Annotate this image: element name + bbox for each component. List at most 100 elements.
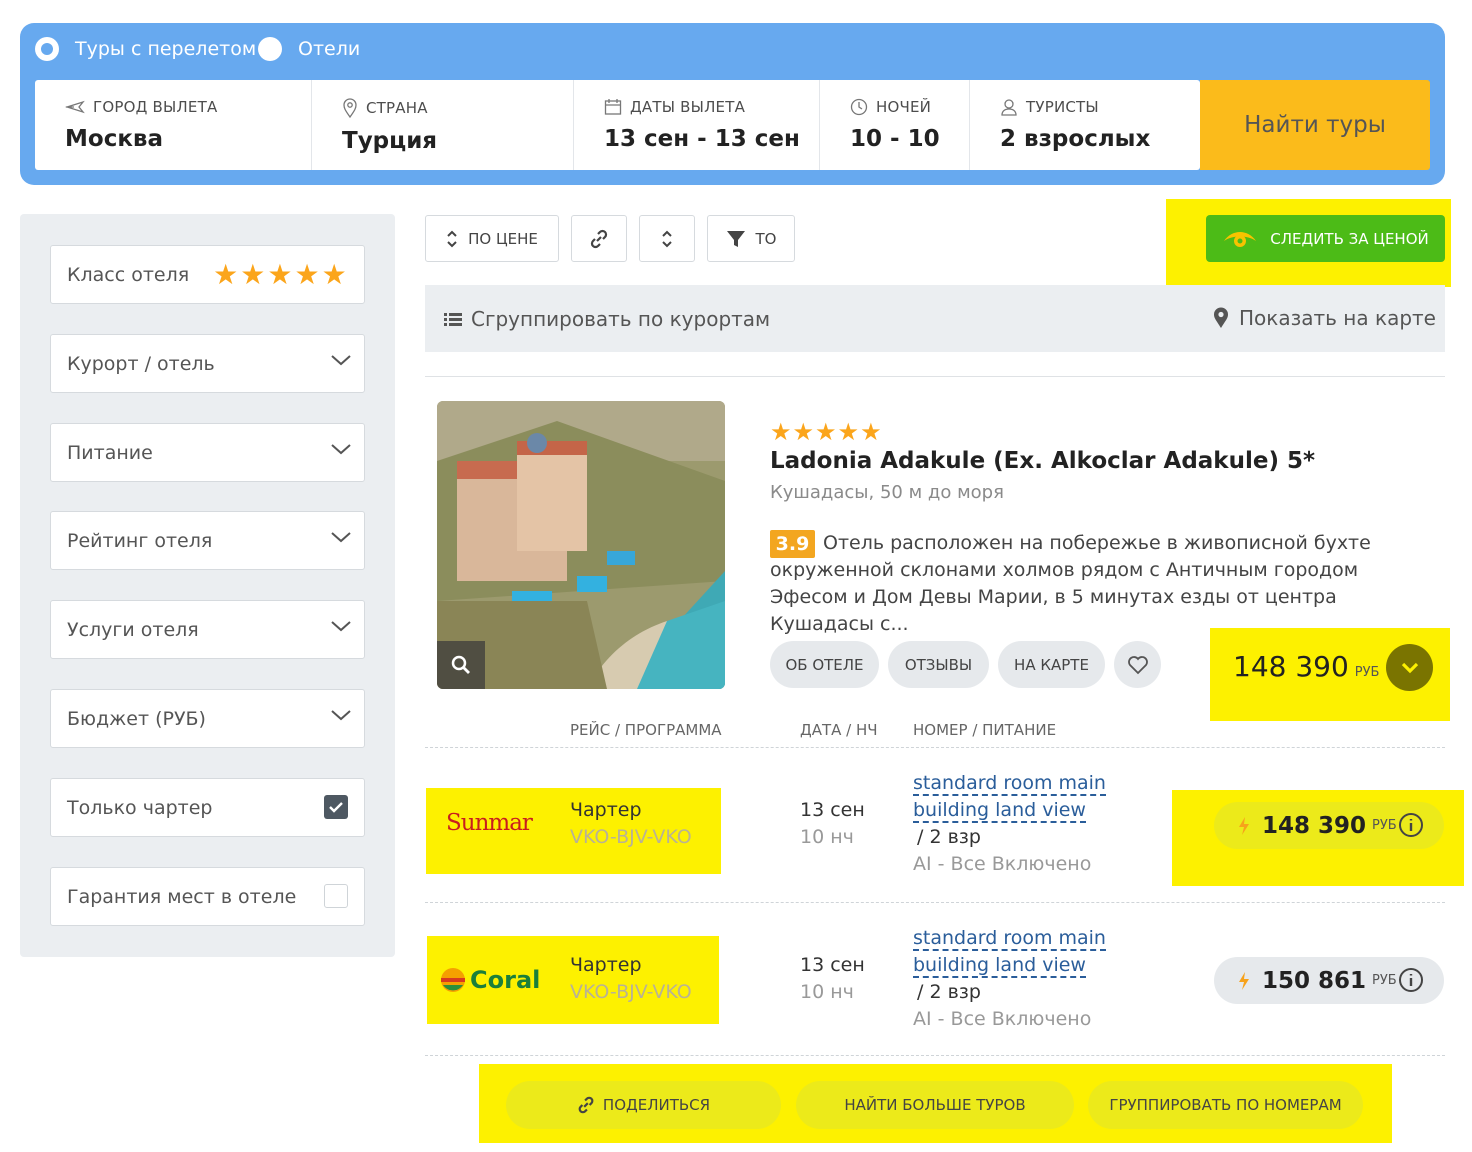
offer-occupancy: / 2 взр bbox=[917, 826, 981, 848]
meal-label: Питание bbox=[67, 441, 153, 464]
radio-hotels[interactable]: Отели bbox=[258, 37, 360, 61]
sort-icon bbox=[662, 230, 672, 247]
chevron-down-icon bbox=[331, 355, 351, 366]
on-map-button[interactable]: НА КАРТЕ bbox=[998, 641, 1105, 688]
hotel-description: Отель расположен на побережье в живописн… bbox=[770, 532, 1371, 635]
radio-selected-icon bbox=[35, 37, 59, 61]
expand-offers-button[interactable] bbox=[1386, 644, 1433, 691]
departure-city-field[interactable]: ГОРОД ВЫЛЕТА Москва bbox=[35, 80, 312, 170]
list-icon bbox=[444, 313, 462, 326]
column-header-date: ДАТА / НЧ bbox=[800, 721, 878, 739]
map-pin-icon bbox=[343, 98, 357, 118]
hotel-photo[interactable] bbox=[437, 401, 725, 689]
room-name-line[interactable]: standard room main bbox=[913, 927, 1106, 951]
offer-meal: AI - Все Включено bbox=[913, 853, 1092, 875]
plane-icon bbox=[65, 100, 85, 114]
hotel-rating-badge: 3.9 bbox=[770, 530, 815, 558]
show-on-map-label: Показать на карте bbox=[1239, 306, 1436, 330]
search-fields: ГОРОД ВЫЛЕТА Москва СТРАНА Турция ДАТЫ В… bbox=[35, 80, 1200, 170]
hotel-name[interactable]: Ladonia Adakule (Ex. Alkoclar Adakule) 5… bbox=[770, 448, 1315, 474]
charter-only-filter[interactable]: Только чартер bbox=[50, 778, 365, 837]
resort-hotel-label: Курорт / отель bbox=[67, 352, 215, 375]
offer-price-amount: 148 390 bbox=[1262, 812, 1367, 839]
offer-price-button[interactable]: 148 390 РУБ bbox=[1214, 802, 1444, 849]
hotel-class-filter[interactable]: Класс отеля ★ ★ ★ ★ ★ bbox=[50, 245, 365, 304]
user-icon bbox=[1001, 99, 1017, 116]
guarantee-filter[interactable]: Гарантия мест в отеле bbox=[50, 867, 365, 926]
star-icon[interactable]: ★ bbox=[240, 260, 265, 289]
group-by-rooms-button[interactable]: ГРУППИРОВАТЬ ПО НОМЕРАМ bbox=[1088, 1081, 1363, 1129]
room-name-line[interactable]: building land view bbox=[913, 954, 1086, 978]
star-icon[interactable]: ★ bbox=[267, 260, 292, 289]
hotel-class-label: Класс отеля bbox=[67, 263, 190, 286]
reviews-button[interactable]: ОТЗЫВЫ bbox=[888, 641, 989, 688]
offer-date: 13 сен bbox=[800, 954, 865, 976]
offer-nights: 10 нч bbox=[800, 981, 854, 1003]
chevron-down-icon bbox=[331, 710, 351, 721]
clock-icon bbox=[850, 98, 868, 116]
room-name-line[interactable]: building land view bbox=[913, 799, 1086, 823]
offer-nights: 10 нч bbox=[800, 826, 854, 848]
guarantee-checkbox[interactable] bbox=[324, 884, 348, 908]
sort-by-price-button[interactable]: ПО ЦЕНЕ bbox=[425, 215, 559, 262]
star-icon[interactable]: ★ bbox=[322, 260, 347, 289]
zoom-photo-button[interactable] bbox=[437, 641, 485, 689]
column-header-room: НОМЕР / ПИТАНИЕ bbox=[913, 721, 1057, 739]
find-more-tours-button[interactable]: НАЙТИ БОЛЬШЕ ТУРОВ bbox=[796, 1081, 1074, 1129]
departure-dates-field[interactable]: ДАТЫ ВЫЛЕТА 13 сен - 13 сен bbox=[574, 80, 820, 170]
favorite-button[interactable] bbox=[1114, 641, 1161, 688]
filter-icon bbox=[726, 230, 745, 247]
hotel-price-amount: 148 390 bbox=[1233, 650, 1349, 683]
budget-label: Бюджет (РУБ) bbox=[67, 707, 206, 730]
checkmark-icon bbox=[329, 802, 343, 813]
offer-price-currency: РУБ bbox=[1372, 818, 1397, 833]
star-icon: ★ bbox=[770, 418, 792, 446]
divider bbox=[425, 376, 1445, 377]
nights-field[interactable]: НОЧЕЙ 10 - 10 bbox=[820, 80, 970, 170]
filter-operator-button[interactable]: ТО bbox=[707, 215, 795, 262]
search-icon bbox=[451, 655, 470, 674]
watch-price-label: СЛЕДИТЬ ЗА ЦЕНОЙ bbox=[1270, 229, 1429, 248]
hotel-class-stars[interactable]: ★ ★ ★ ★ ★ bbox=[213, 260, 349, 289]
divider bbox=[425, 747, 1445, 748]
hotel-rating-dropdown[interactable]: Рейтинг отеля bbox=[50, 511, 365, 570]
divider bbox=[425, 1055, 1445, 1056]
charter-only-checkbox[interactable] bbox=[324, 795, 348, 819]
group-by-resort-button[interactable]: Сгруппировать по курортам bbox=[443, 307, 770, 331]
tourists-field[interactable]: ТУРИСТЫ 2 взрослых bbox=[970, 80, 1200, 170]
offer-route: VKO-BJV-VKO bbox=[570, 826, 692, 848]
eye-icon bbox=[1224, 231, 1257, 247]
departure-city-value: Москва bbox=[65, 126, 164, 152]
radio-tours-with-flight[interactable]: Туры с перелетом bbox=[35, 37, 256, 61]
star-icon[interactable]: ★ bbox=[213, 260, 238, 289]
info-icon[interactable] bbox=[1398, 812, 1424, 838]
country-value: Турция bbox=[342, 128, 438, 154]
budget-dropdown[interactable]: Бюджет (РУБ) bbox=[50, 689, 365, 748]
find-tours-button[interactable]: Найти туры bbox=[1200, 80, 1430, 170]
offer-room-link[interactable]: standard room main building land view bbox=[913, 770, 1133, 824]
tourists-value: 2 взрослых bbox=[1000, 126, 1151, 152]
info-icon[interactable] bbox=[1398, 967, 1424, 993]
departure-dates-label: ДАТЫ ВЫЛЕТА bbox=[630, 98, 746, 116]
link-icon bbox=[590, 229, 608, 248]
show-on-map-button[interactable]: Показать на карте bbox=[1213, 306, 1436, 330]
offer-room-link[interactable]: standard room main building land view bbox=[913, 925, 1133, 979]
meal-dropdown[interactable]: Питание bbox=[50, 423, 365, 482]
star-icon: ★ bbox=[792, 418, 815, 446]
sort-toggle-button[interactable] bbox=[639, 215, 695, 262]
country-field[interactable]: СТРАНА Турция bbox=[312, 80, 574, 170]
hotel-services-dropdown[interactable]: Услуги отеля bbox=[50, 600, 365, 659]
guarantee-label: Гарантия мест в отеле bbox=[67, 885, 297, 908]
room-name-line[interactable]: standard room main bbox=[913, 772, 1106, 796]
offer-price-button[interactable]: 150 861 РУБ bbox=[1214, 957, 1444, 1004]
departure-city-label: ГОРОД ВЫЛЕТА bbox=[93, 98, 218, 116]
departure-dates-value: 13 сен - 13 сен bbox=[604, 126, 800, 152]
share-button[interactable]: ПОДЕЛИТЬСЯ bbox=[506, 1081, 781, 1129]
about-hotel-button[interactable]: ОБ ОТЕЛЕ bbox=[770, 641, 879, 688]
coral-logo: Coral bbox=[440, 966, 540, 994]
sort-by-price-label: ПО ЦЕНЕ bbox=[468, 229, 538, 248]
link-button[interactable] bbox=[571, 215, 627, 262]
watch-price-button[interactable]: СЛЕДИТЬ ЗА ЦЕНОЙ bbox=[1206, 215, 1445, 262]
star-icon[interactable]: ★ bbox=[295, 260, 320, 289]
resort-hotel-dropdown[interactable]: Курорт / отель bbox=[50, 334, 365, 393]
